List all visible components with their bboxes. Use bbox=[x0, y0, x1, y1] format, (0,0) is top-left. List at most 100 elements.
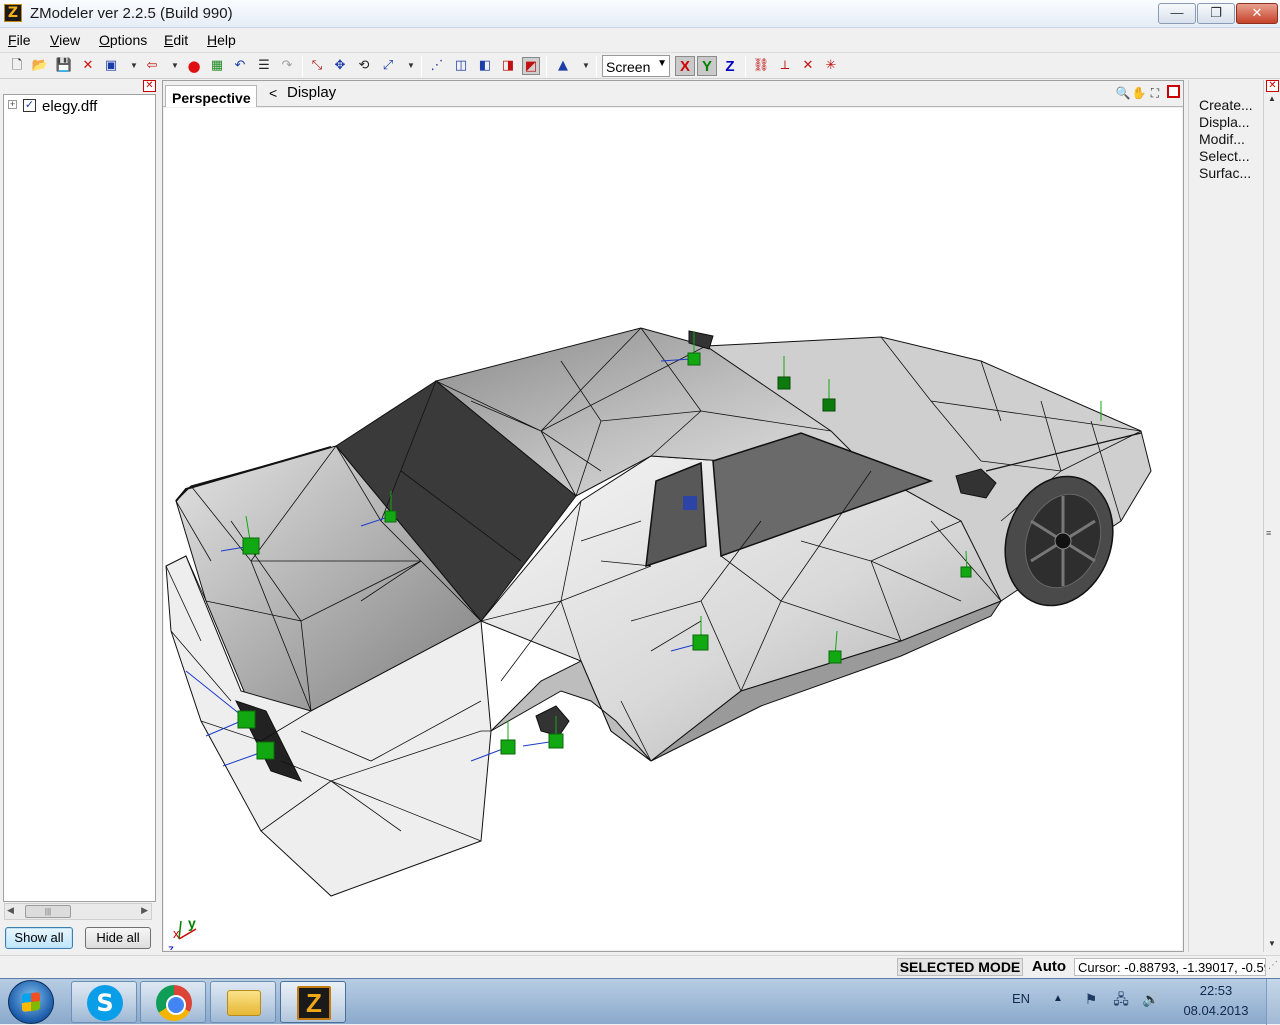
import-dropdown-icon[interactable]: ▼ bbox=[130, 58, 138, 74]
menu-options[interactable]: Options bbox=[99, 32, 147, 48]
render-icon[interactable]: ● bbox=[185, 57, 203, 75]
redo-icon[interactable]: ↷ bbox=[278, 57, 296, 75]
dummy-node[interactable] bbox=[384, 510, 397, 523]
import-icon[interactable]: ▣ bbox=[102, 57, 120, 75]
select-icon[interactable]: ⤡ bbox=[308, 57, 326, 75]
export-icon[interactable]: ⇦ bbox=[143, 57, 161, 75]
rotate-icon[interactable]: ⟲ bbox=[355, 57, 373, 75]
taskbar-skype[interactable]: S bbox=[71, 981, 137, 1023]
tab-perspective[interactable]: Perspective bbox=[165, 85, 257, 107]
show-desktop-button[interactable] bbox=[1266, 979, 1280, 1025]
3d-viewport-canvas[interactable]: x y z bbox=[164, 108, 1182, 950]
dummy-node[interactable] bbox=[256, 741, 275, 760]
axis-z-button[interactable]: Z bbox=[720, 56, 740, 76]
cmd-create[interactable]: Create... bbox=[1199, 97, 1263, 113]
close-button[interactable]: ✕ bbox=[1236, 3, 1278, 24]
taskbar-explorer[interactable] bbox=[210, 981, 276, 1023]
axis-y-button[interactable]: Y bbox=[697, 56, 717, 76]
object-tree[interactable]: + ✓ elegy.dff bbox=[3, 94, 156, 902]
volume-icon[interactable]: 🔊 bbox=[1142, 991, 1160, 1009]
vertex-mode-icon[interactable]: ⋰ bbox=[428, 57, 446, 75]
zmodeler-app-icon[interactable]: Z bbox=[4, 4, 22, 22]
properties-icon[interactable]: ☰ bbox=[255, 57, 273, 75]
scroll-down-icon[interactable]: ▼ bbox=[1268, 939, 1276, 948]
hide-all-button[interactable]: Hide all bbox=[85, 927, 151, 949]
dummy-node[interactable] bbox=[548, 733, 564, 749]
dummy-node[interactable] bbox=[777, 376, 791, 390]
car-model-wireframe[interactable]: x y z bbox=[164, 108, 1182, 950]
show-all-button[interactable]: Show all bbox=[5, 927, 73, 949]
flag-icon[interactable]: ⚑ bbox=[1082, 991, 1100, 1009]
maximize-viewport-icon[interactable] bbox=[1167, 85, 1180, 98]
dummy-node[interactable] bbox=[960, 566, 972, 578]
taskbar-chrome[interactable] bbox=[140, 981, 206, 1023]
display-collapse-arrow[interactable]: < bbox=[269, 85, 277, 101]
face-mode-icon[interactable]: ◧ bbox=[476, 57, 494, 75]
axis-local-icon[interactable]: ✳ bbox=[822, 57, 840, 75]
cmd-surface[interactable]: Surfac... bbox=[1199, 165, 1263, 181]
visibility-checkbox[interactable]: ✓ bbox=[23, 99, 36, 112]
dummy-node[interactable] bbox=[687, 352, 701, 366]
axis-x-button[interactable]: X bbox=[675, 56, 695, 76]
scrollbar-grip[interactable]: ≡ bbox=[1266, 528, 1271, 538]
dummy-node[interactable] bbox=[237, 710, 256, 729]
object-mode-icon[interactable]: ◨ bbox=[499, 57, 517, 75]
panel-close-icon[interactable]: ✕ bbox=[143, 80, 156, 92]
dummy-node[interactable] bbox=[822, 398, 836, 412]
minimize-button[interactable]: — bbox=[1158, 3, 1196, 24]
panel-close-icon[interactable]: ✕ bbox=[1266, 80, 1279, 92]
clock-date[interactable]: 08.04.2013 bbox=[1176, 1003, 1256, 1018]
dummy-node[interactable] bbox=[692, 634, 709, 651]
menu-file[interactable]: File bbox=[8, 32, 31, 48]
cmd-select[interactable]: Select... bbox=[1199, 148, 1263, 164]
group-mode-icon[interactable]: ◩ bbox=[522, 57, 540, 75]
save-icon[interactable]: 💾 bbox=[55, 57, 73, 75]
axis-mirror-icon[interactable]: ✕ bbox=[799, 57, 817, 75]
undo-icon[interactable]: ↶ bbox=[231, 57, 249, 75]
display-panel-label[interactable]: Display bbox=[287, 84, 336, 101]
menu-help[interactable]: Help bbox=[207, 32, 236, 48]
scroll-left-icon[interactable]: ◀ bbox=[7, 905, 14, 916]
new-file-icon[interactable]: 🗋 bbox=[8, 57, 26, 75]
menu-view[interactable]: View bbox=[50, 32, 80, 48]
scrollbar-thumb[interactable]: ||| bbox=[25, 905, 71, 918]
open-folder-icon[interactable]: 📂 bbox=[31, 57, 49, 75]
delete-icon[interactable]: ✕ bbox=[79, 57, 97, 75]
dummy-node[interactable] bbox=[683, 496, 697, 510]
expand-icon[interactable]: + bbox=[8, 100, 17, 109]
cmd-modify[interactable]: Modif... bbox=[1199, 131, 1263, 147]
horizontal-scrollbar[interactable]: ◀ ||| ▶ bbox=[4, 903, 152, 920]
edge-mode-icon[interactable]: ◫ bbox=[452, 57, 470, 75]
menu-edit[interactable]: Edit bbox=[164, 32, 188, 48]
vertical-scrollbar[interactable]: ▲ ≡ ▼ bbox=[1266, 94, 1279, 952]
dummy-node[interactable] bbox=[500, 739, 516, 755]
move-icon[interactable]: ✥ bbox=[331, 57, 349, 75]
zoom-extents-icon[interactable]: ⛶ bbox=[1147, 85, 1163, 101]
taskbar-zmodeler[interactable]: Z bbox=[280, 981, 346, 1023]
start-button[interactable] bbox=[8, 980, 54, 1024]
material-icon[interactable]: ▦ bbox=[208, 57, 226, 75]
cmd-display[interactable]: Displa... bbox=[1199, 114, 1263, 130]
network-icon[interactable]: 🖧 bbox=[1112, 991, 1130, 1009]
title-bar[interactable]: Z ZModeler ver 2.2.5 (Build 990) — ❐ ✕ bbox=[0, 0, 1280, 28]
zoom-icon[interactable]: 🔍 bbox=[1115, 85, 1131, 101]
maximize-button[interactable]: ❐ bbox=[1197, 3, 1235, 24]
view-select[interactable]: Screen ▼ bbox=[602, 55, 670, 77]
axis-free-icon[interactable]: ⟂ bbox=[776, 57, 794, 75]
resize-grip-icon[interactable]: ⋰ bbox=[1268, 960, 1278, 971]
show-hidden-icons-icon[interactable]: ▲ bbox=[1053, 993, 1063, 1004]
axis-lock-icon[interactable]: ⛓ bbox=[752, 57, 770, 75]
tree-item-elegy[interactable]: elegy.dff bbox=[42, 98, 97, 115]
transform-dropdown-icon[interactable]: ▼ bbox=[407, 58, 415, 74]
scale-icon[interactable]: ⤢ bbox=[379, 57, 397, 75]
dummy-node[interactable] bbox=[828, 650, 842, 664]
clock-time[interactable]: 22:53 bbox=[1176, 983, 1256, 998]
scroll-right-icon[interactable]: ▶ bbox=[141, 905, 148, 916]
cone-icon[interactable]: ▲ bbox=[554, 57, 572, 75]
language-indicator[interactable]: EN bbox=[1012, 991, 1030, 1006]
export-dropdown-icon[interactable]: ▼ bbox=[171, 58, 179, 74]
scroll-up-icon[interactable]: ▲ bbox=[1268, 94, 1276, 103]
pan-hand-icon[interactable]: ✋ bbox=[1131, 85, 1147, 101]
primitive-dropdown-icon[interactable]: ▼ bbox=[582, 58, 590, 74]
dummy-node[interactable] bbox=[242, 537, 260, 555]
